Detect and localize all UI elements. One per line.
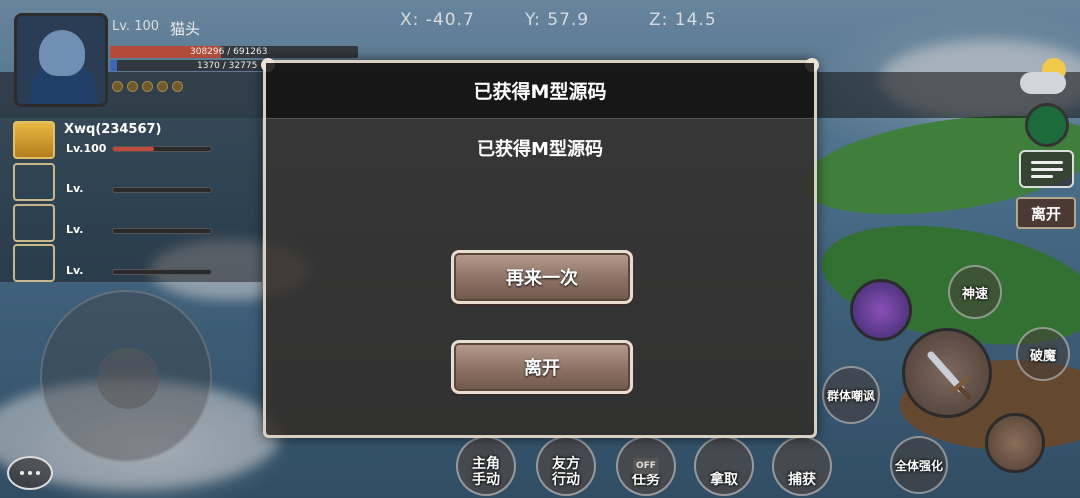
- coord-y: Y: 57.9: [525, 10, 590, 30]
- weather-icon: [1020, 58, 1072, 98]
- skill-group-taunt-button[interactable]: 群体嘲讽: [822, 366, 880, 424]
- ally-action-button[interactable]: 友方 行动: [536, 436, 596, 496]
- special-skill-icon[interactable]: [850, 279, 912, 341]
- player-hp-text: 308296 / 691263: [190, 47, 268, 57]
- coord-x: X: -40.7: [400, 10, 475, 30]
- chat-bubble-icon[interactable]: [7, 456, 53, 490]
- party-member-hp-bar: [112, 187, 212, 193]
- coordinates-readout: X: -40.7 Y: 57.9 Z: 14.5: [400, 10, 749, 30]
- party-slot-empty[interactable]: [13, 244, 55, 282]
- player-level: Lv. 100: [112, 19, 160, 34]
- party-member-hp-bar: [112, 228, 212, 234]
- dialog-leave-button[interactable]: 离开: [451, 340, 633, 394]
- skill-group-boost-button[interactable]: 全体强化: [890, 436, 948, 494]
- party-member-level: Lv.: [66, 182, 84, 195]
- player-mp-text: 1370 / 32775: [197, 61, 258, 71]
- task-label: 任务: [632, 472, 660, 488]
- coord-z: Z: 14.5: [649, 10, 717, 30]
- buff-slots: [112, 81, 183, 92]
- party-member-level: Lv.: [66, 264, 84, 277]
- retry-button[interactable]: 再来一次: [451, 250, 633, 304]
- player-portrait[interactable]: [14, 13, 108, 107]
- chat-log-icon[interactable]: [1019, 150, 1074, 188]
- party-slot-empty[interactable]: [13, 163, 55, 201]
- capture-button[interactable]: 捕获: [772, 436, 832, 496]
- minimap-icon[interactable]: [1025, 103, 1069, 147]
- task-off-tag: OFF: [633, 458, 659, 474]
- joystick-knob[interactable]: [97, 347, 159, 409]
- party-avatar-crown-icon[interactable]: [13, 121, 55, 159]
- party-member-level: Lv.: [66, 223, 84, 236]
- task-button[interactable]: OFF 任务: [616, 436, 676, 496]
- movement-joystick[interactable]: [40, 290, 212, 462]
- skill-break-magic-button[interactable]: 破魔: [1016, 327, 1070, 381]
- reward-dialog: 已获得M型源码 已获得M型源码 再来一次 离开: [261, 58, 819, 438]
- skill-speed-button[interactable]: 神速: [948, 265, 1002, 319]
- party-member-name: Xwq(234567): [64, 122, 162, 137]
- leave-button[interactable]: 离开: [1016, 197, 1076, 229]
- take-button[interactable]: 拿取: [694, 436, 754, 496]
- party-slot-empty[interactable]: [13, 204, 55, 242]
- attack-sword-icon[interactable]: [902, 328, 992, 418]
- party-member-hp-bar: [112, 146, 212, 152]
- party-member-hp-bar: [112, 269, 212, 275]
- player-name: 猫头: [170, 20, 201, 38]
- manual-control-button[interactable]: 主角 手动: [456, 436, 516, 496]
- dialog-title: 已获得M型源码: [266, 63, 814, 119]
- dialog-message: 已获得M型源码: [477, 139, 603, 160]
- skill-wing-icon[interactable]: [985, 413, 1045, 473]
- sword-icon: [927, 351, 972, 400]
- party-member-level: Lv.100: [66, 142, 107, 155]
